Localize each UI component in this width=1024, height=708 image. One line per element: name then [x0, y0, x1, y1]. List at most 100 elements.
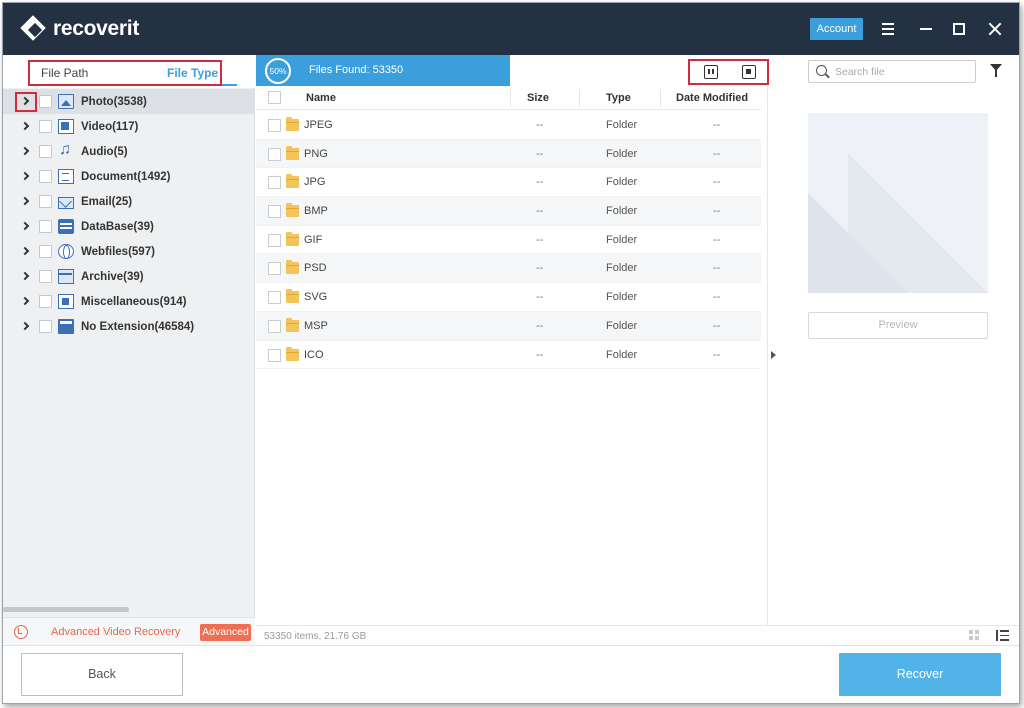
folder-icon [286, 317, 299, 332]
tree-item[interactable]: Audio(5) [3, 139, 254, 164]
tree-checkbox[interactable] [39, 145, 52, 158]
archive-icon [58, 269, 74, 284]
list-view-icon[interactable] [996, 630, 1009, 641]
sidebar-scrollbar[interactable] [3, 607, 129, 612]
cell-date-modified: -- [713, 233, 721, 246]
tree-checkbox[interactable] [39, 270, 52, 283]
tree-checkbox[interactable] [39, 195, 52, 208]
scan-controls-highlight-box [688, 59, 769, 85]
select-all-checkbox[interactable] [268, 91, 281, 104]
search-box[interactable] [808, 60, 976, 83]
cell-size: -- [536, 119, 544, 131]
tree-checkbox[interactable] [39, 95, 52, 108]
pause-icon[interactable] [704, 65, 718, 79]
tree-checkbox[interactable] [39, 170, 52, 183]
search-input[interactable] [835, 64, 971, 80]
close-icon[interactable] [983, 17, 1007, 41]
row-checkbox[interactable] [268, 147, 281, 161]
expand-arrow-icon[interactable] [21, 122, 30, 131]
recover-button[interactable]: Recover [839, 653, 1001, 696]
table-row[interactable]: PSD -- Folder -- [256, 254, 761, 284]
folder-icon [286, 145, 299, 160]
tree-item[interactable]: DataBase(39) [3, 214, 254, 239]
maximize-icon[interactable] [947, 17, 971, 41]
tree-checkbox[interactable] [39, 220, 52, 233]
advanced-video-recovery-row[interactable]: Advanced Video Recovery Advanced [3, 617, 255, 645]
back-button[interactable]: Back [21, 653, 183, 696]
cell-date-modified: -- [713, 319, 721, 332]
cell-size: -- [536, 233, 544, 246]
app-title: recoverit [53, 17, 140, 40]
sidebar: File Path File Type Photo(3538) Video(117… [3, 55, 255, 645]
column-date-modified[interactable]: Date Modified [676, 92, 748, 104]
cell-name: PNG [304, 147, 328, 160]
tree-checkbox[interactable] [39, 120, 52, 133]
account-button[interactable]: Account [810, 18, 863, 40]
table-row[interactable]: MSP -- Folder -- [256, 311, 761, 341]
tree-item[interactable]: Email(25) [3, 189, 254, 214]
table-row[interactable]: ICO -- Folder -- [256, 341, 761, 370]
tree-item[interactable]: Webfiles(597) [3, 239, 254, 264]
column-name[interactable]: Name [306, 92, 336, 104]
cell-size: -- [536, 176, 544, 189]
row-checkbox[interactable] [268, 176, 281, 190]
table-row[interactable]: JPG -- Folder -- [256, 168, 761, 198]
email-icon [58, 196, 74, 209]
tree-item[interactable]: Video(117) [3, 114, 254, 139]
cell-type: Folder [606, 119, 638, 131]
table-row[interactable]: SVG -- Folder -- [256, 283, 761, 312]
row-checkbox[interactable] [268, 205, 281, 219]
column-divider [510, 89, 511, 107]
cell-size: -- [536, 348, 544, 361]
row-checkbox[interactable] [268, 319, 281, 333]
folder-icon [286, 203, 299, 218]
tree-item[interactable]: Document(1492) [3, 164, 254, 189]
tree-item[interactable]: Miscellaneous(914) [3, 289, 254, 314]
expand-arrow-icon[interactable] [21, 297, 30, 306]
tree-checkbox[interactable] [39, 295, 52, 308]
row-checkbox[interactable] [268, 233, 281, 247]
file-table-header: Name Size Type Date Modified [256, 86, 761, 110]
expand-arrow-icon[interactable] [21, 272, 30, 281]
cell-size: -- [536, 147, 544, 160]
advanced-badge[interactable]: Advanced [200, 624, 251, 641]
table-row[interactable]: BMP -- Folder -- [256, 197, 761, 226]
menu-icon[interactable] [876, 17, 900, 41]
tree-checkbox[interactable] [39, 245, 52, 258]
cell-name: GIF [304, 233, 323, 246]
preview-button[interactable]: Preview [808, 312, 988, 339]
table-row[interactable]: JPEG -- Folder -- [256, 111, 761, 140]
advanced-video-recovery-link[interactable]: Advanced Video Recovery [51, 626, 180, 638]
expand-arrow-icon[interactable] [21, 172, 30, 181]
table-row[interactable]: GIF -- Folder -- [256, 226, 761, 255]
tree-checkbox[interactable] [39, 320, 52, 333]
expand-arrow-icon[interactable] [21, 247, 30, 256]
grid-view-icon[interactable] [969, 630, 980, 641]
search-icon [816, 65, 827, 76]
row-checkbox[interactable] [268, 291, 281, 305]
row-checkbox[interactable] [268, 262, 281, 276]
cell-type: Folder [606, 319, 638, 332]
cell-date-modified: -- [713, 119, 721, 131]
cell-size: -- [536, 205, 544, 218]
expand-arrow-icon[interactable] [21, 197, 30, 206]
column-type[interactable]: Type [606, 92, 631, 104]
table-row[interactable]: PNG -- Folder -- [256, 139, 761, 169]
row-checkbox[interactable] [268, 119, 281, 132]
cell-date-modified: -- [713, 147, 721, 160]
row-checkbox[interactable] [268, 348, 281, 362]
tree-item[interactable]: No Extension(46584) [3, 314, 254, 339]
collapse-arrow-icon[interactable] [771, 351, 776, 359]
folder-icon [286, 174, 299, 189]
cell-date-modified: -- [713, 348, 721, 361]
column-size[interactable]: Size [527, 92, 549, 104]
expand-arrow-icon[interactable] [21, 222, 30, 231]
minimize-icon[interactable] [914, 17, 938, 41]
stop-icon[interactable] [742, 65, 756, 79]
tree-item[interactable]: Archive(39) [3, 264, 254, 289]
filter-icon[interactable] [990, 64, 1002, 77]
webfiles-icon [58, 244, 74, 259]
tree-item[interactable]: Photo(3538) [3, 89, 254, 114]
expand-arrow-icon[interactable] [21, 147, 30, 156]
expand-arrow-icon[interactable] [21, 322, 30, 331]
